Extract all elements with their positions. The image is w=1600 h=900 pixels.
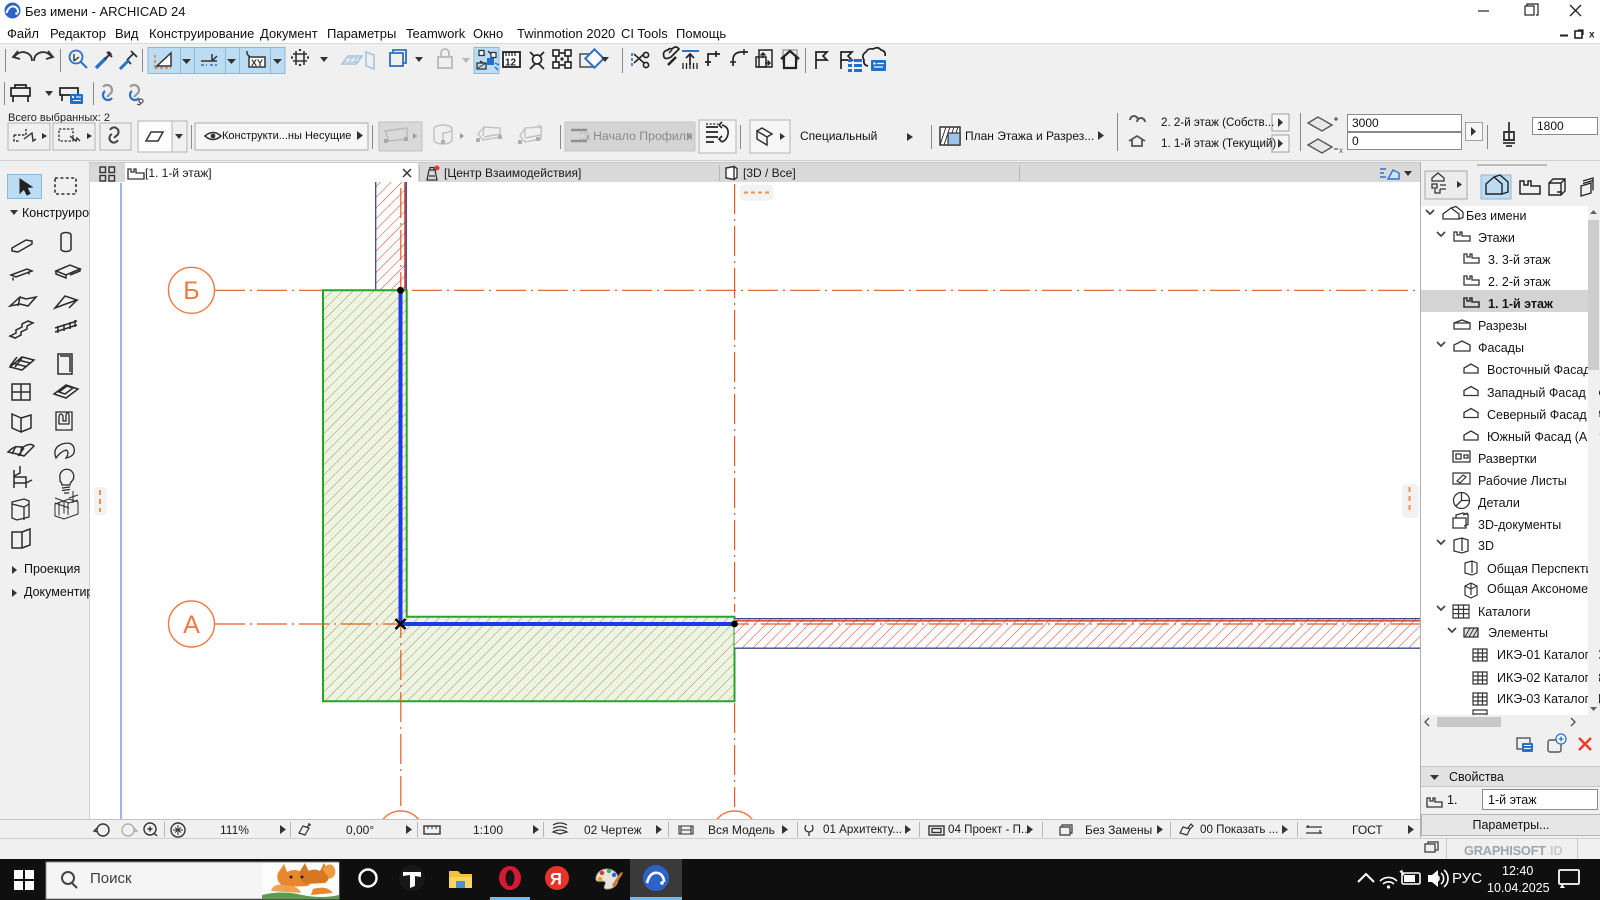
svg-text:А: А [183,611,200,639]
svg-text:12: 12 [505,58,517,69]
svg-text:XY: XY [251,58,263,68]
svg-text:Я: Я [550,871,562,889]
svg-text:Б: Б [183,277,199,305]
svg-text:x: x [586,133,590,142]
svg-text:x: x [1339,146,1343,155]
svg-text:x: x [1589,30,1595,41]
